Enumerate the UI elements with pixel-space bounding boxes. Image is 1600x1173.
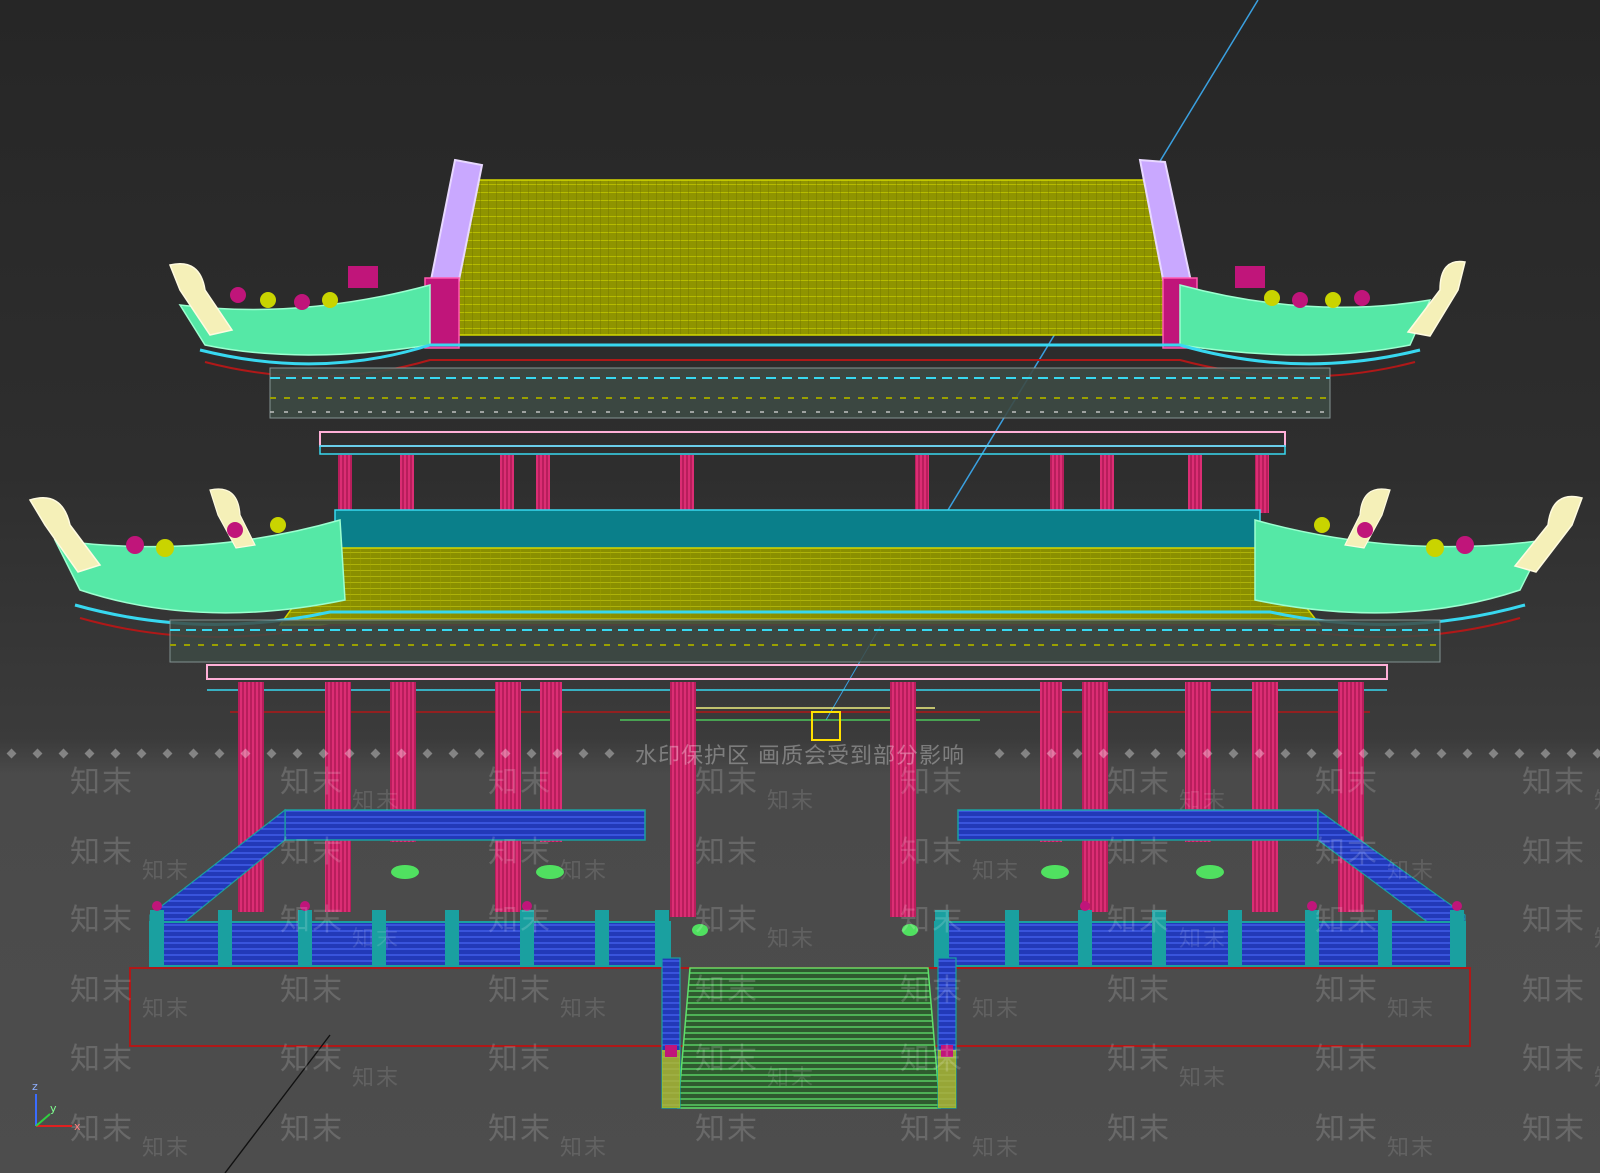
- front-stairs: [661, 957, 957, 1109]
- back-railing: [284, 809, 1319, 841]
- lower-columns: [238, 682, 1364, 917]
- axis-y-label: y: [50, 1102, 57, 1115]
- axis-gizmo: z x y: [32, 1080, 81, 1133]
- lower-roof: [28, 488, 1583, 638]
- axis-z-label: z: [32, 1080, 38, 1093]
- upper-columns: [338, 455, 1269, 513]
- upper-brackets: [269, 367, 1331, 419]
- lower-beam: [206, 664, 1388, 680]
- 3d-viewport[interactable]: 水印保护区 画质会受到部分影响 知末 知末 知末 知末 知末 知末 知末 知末 知末 知末 知末 知末…: [0, 0, 1600, 1173]
- axis-x-label: x: [74, 1120, 81, 1133]
- lower-brackets: [169, 619, 1441, 663]
- upper-roof: [168, 158, 1466, 378]
- upper-beam: [319, 431, 1286, 447]
- wireframe-scene: [28, 0, 1583, 1173]
- selection-marker: [811, 711, 841, 741]
- front-railing: [149, 921, 1466, 967]
